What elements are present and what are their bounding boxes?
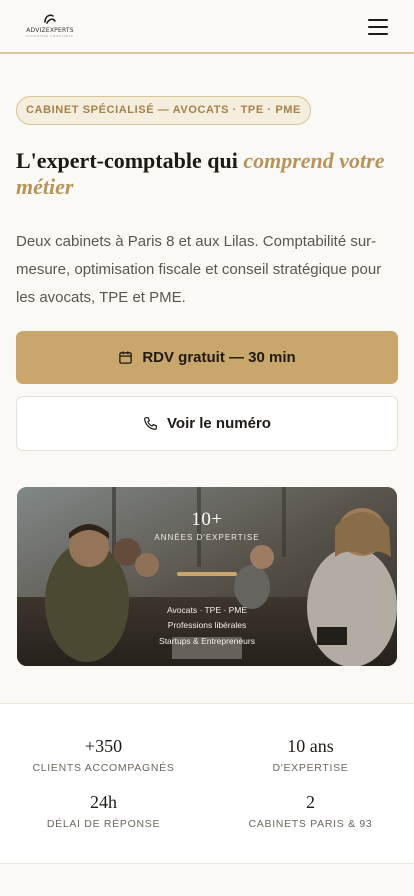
advizexperts-logo-icon: [44, 14, 56, 24]
show-phone-button[interactable]: Voir le numéro: [16, 396, 398, 451]
stat-value: 24h: [90, 792, 117, 812]
stat-label: CLIENTS ACCOMPAGNÉS: [32, 762, 175, 774]
stat-value: +350: [84, 736, 123, 756]
years-caption: ANNÉES D'EXPERTISE: [154, 533, 260, 542]
team-meeting-photo: 10+ ANNÉES D'EXPERTISE Avocats · TPE · P…: [17, 487, 397, 666]
logo-text: ADVIZEXPERTS: [26, 27, 74, 34]
stat-offices: 2 CABINETS PARIS & 93: [207, 791, 414, 831]
hero-lead: Deux cabinets à Paris 8 et aux Lilas. Co…: [16, 233, 382, 306]
logo-tagline: EXPERTISE COMPTABLE: [26, 34, 74, 38]
stat-label: CABINETS PARIS & 93: [248, 818, 373, 830]
stat-value: 10 ans: [287, 736, 334, 756]
stat-clients: +350 CLIENTS ACCOMPAGNÉS: [0, 735, 207, 775]
book-appointment-label: RDV gratuit — 30 min: [142, 349, 296, 366]
stat-value: 2: [306, 792, 315, 812]
brand-logo[interactable]: ADVIZEXPERTS EXPERTISE COMPTABLE: [24, 12, 76, 40]
years-number: 10+: [191, 509, 223, 530]
photo-tagline: Avocats · TPE · PME: [167, 605, 247, 615]
hamburger-menu-icon[interactable]: [366, 17, 390, 37]
calendar-icon: [119, 351, 133, 364]
stat-label: D'EXPERTISE: [272, 762, 349, 774]
stat-label: DÉLAI DE RÉPONSE: [46, 818, 161, 830]
headline-main: L'expert-comptable qui: [16, 148, 244, 173]
book-appointment-button[interactable]: RDV gratuit — 30 min: [16, 331, 398, 384]
photo-tagline: Startups & Entrepreneurs: [159, 636, 255, 646]
stat-response-time: 24h DÉLAI DE RÉPONSE: [0, 791, 207, 831]
gold-divider: [177, 572, 237, 576]
page-title: L'expert-comptable qui comprend votre mé…: [16, 148, 396, 200]
phone-icon: [144, 417, 157, 430]
specialty-badge: CABINET SPÉCIALISÉ — AVOCATS · TPE · PME: [16, 96, 311, 125]
show-phone-label: Voir le numéro: [167, 415, 271, 432]
key-figures: +350 CLIENTS ACCOMPAGNÉS 10 ans D'EXPERT…: [0, 703, 414, 864]
photo-tagline: Professions libérales: [167, 620, 247, 630]
site-header: ADVIZEXPERTS EXPERTISE COMPTABLE: [0, 0, 414, 54]
stat-experience: 10 ans D'EXPERTISE: [207, 735, 414, 775]
